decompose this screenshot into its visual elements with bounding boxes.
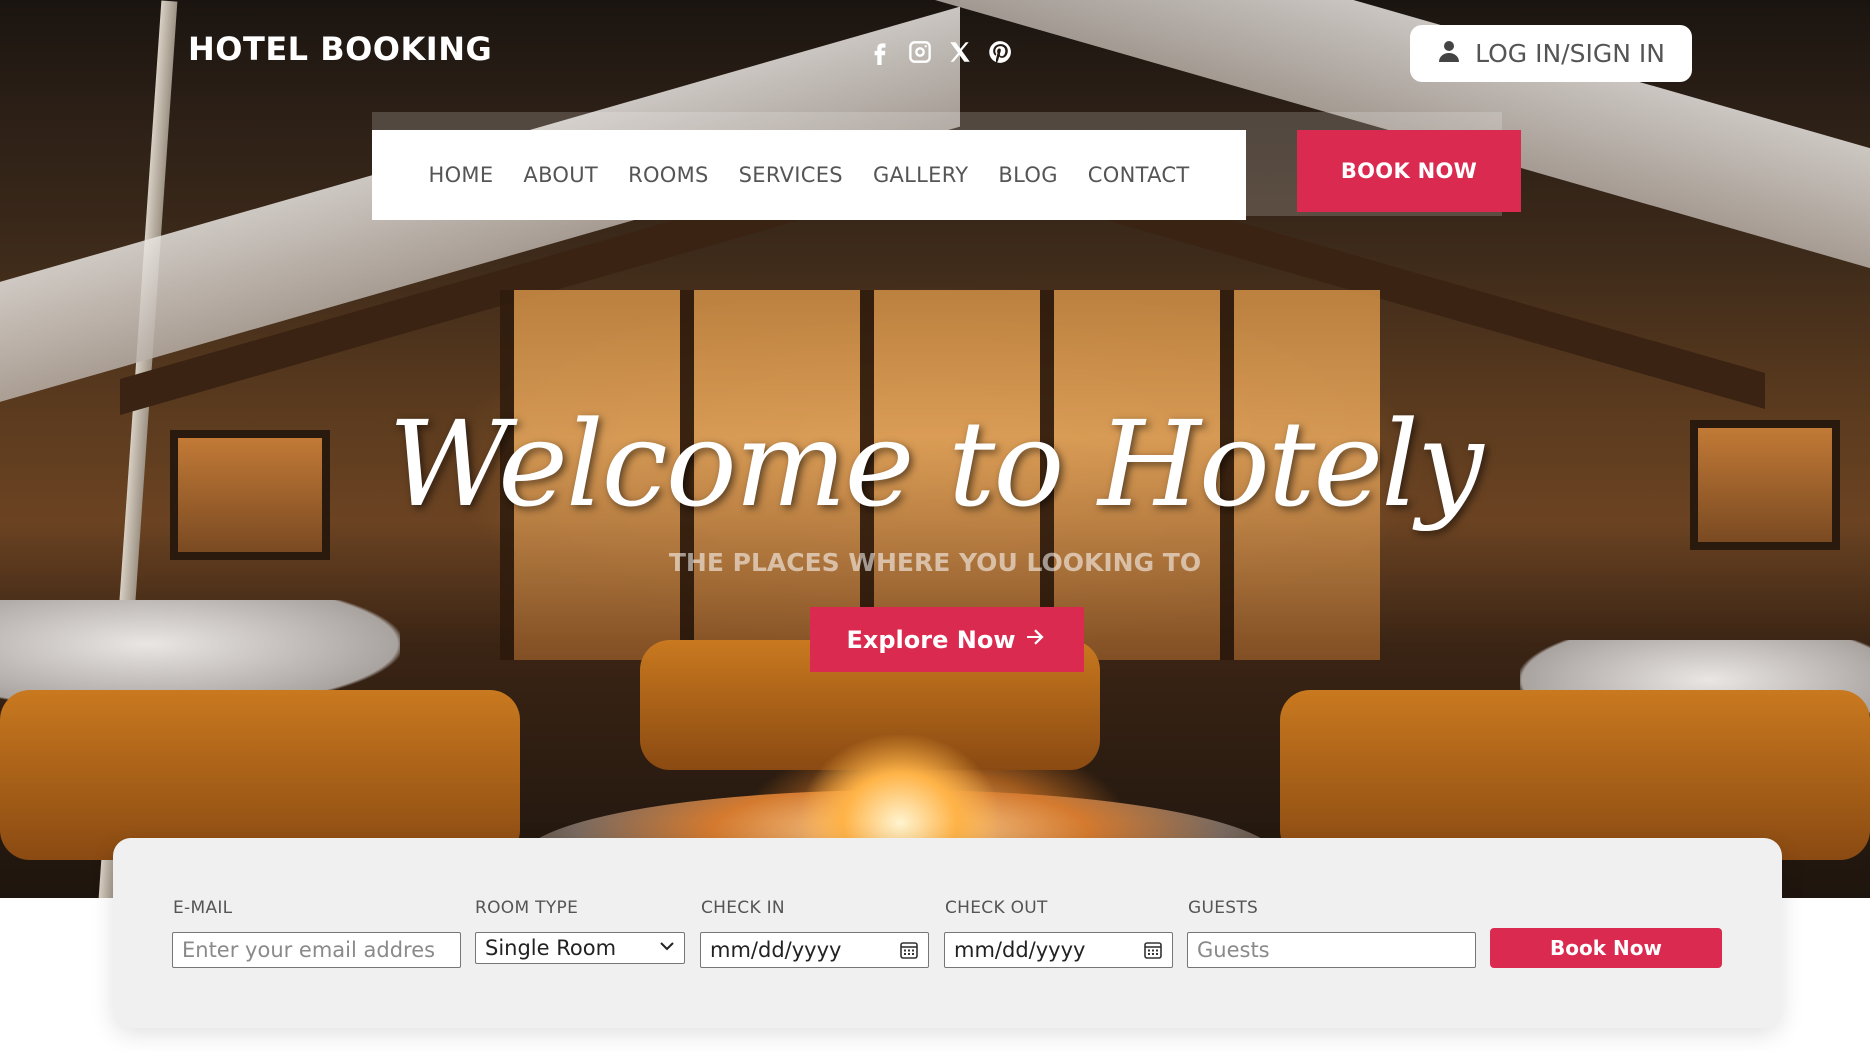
room-type-label: ROOM TYPE <box>475 898 579 918</box>
main-nav: HOME ABOUT ROOMS SERVICES GALLERY BLOG C… <box>372 130 1246 220</box>
nav-item-services[interactable]: SERVICES <box>724 163 858 187</box>
check-in-field[interactable]: mm/dd/yyyy <box>700 932 929 968</box>
explore-label: Explore Now <box>846 625 1016 654</box>
room-type-value: Single Room <box>485 936 617 960</box>
brand-logo[interactable]: HOTEL BOOKING <box>188 30 492 68</box>
explore-now-button[interactable]: Explore Now <box>810 607 1084 672</box>
sofa-left <box>0 690 520 860</box>
check-out-label: CHECK OUT <box>945 898 1048 918</box>
user-icon <box>1437 39 1461 69</box>
pinterest-icon[interactable] <box>986 38 1014 66</box>
book-now-header-button[interactable]: BOOK NOW <box>1297 130 1521 212</box>
arrow-right-icon <box>1023 625 1047 655</box>
login-label: LOG IN/SIGN IN <box>1475 39 1665 68</box>
check-out-placeholder: mm/dd/yyyy <box>954 938 1086 962</box>
hero-title: Welcome to Hotely <box>388 395 1483 533</box>
calendar-icon[interactable] <box>899 940 919 960</box>
nav-item-rooms[interactable]: ROOMS <box>613 163 724 187</box>
booking-form: E-MAIL Enter your email addres ROOM TYPE… <box>113 838 1782 1028</box>
chevron-down-icon <box>659 938 675 958</box>
nav-item-gallery[interactable]: GALLERY <box>858 163 983 187</box>
check-in-label: CHECK IN <box>701 898 785 918</box>
email-label: E-MAIL <box>173 898 233 918</box>
nav-item-contact[interactable]: CONTACT <box>1073 163 1205 187</box>
nav-item-about[interactable]: ABOUT <box>508 163 613 187</box>
room-type-select[interactable]: Single Room <box>475 932 685 964</box>
guests-field[interactable]: Guests <box>1187 932 1476 968</box>
email-field[interactable]: Enter your email addres <box>172 932 461 968</box>
fire-flame <box>800 735 1000 845</box>
sofa-right <box>1280 690 1870 860</box>
calendar-icon[interactable] <box>1143 940 1163 960</box>
social-links <box>866 38 1014 66</box>
instagram-icon[interactable] <box>906 38 934 66</box>
check-out-field[interactable]: mm/dd/yyyy <box>944 932 1173 968</box>
check-in-placeholder: mm/dd/yyyy <box>710 938 842 962</box>
facebook-icon[interactable] <box>866 38 894 66</box>
nav-item-home[interactable]: HOME <box>414 163 509 187</box>
x-icon[interactable] <box>946 38 974 66</box>
nav-item-blog[interactable]: BLOG <box>983 163 1072 187</box>
book-now-submit-button[interactable]: Book Now <box>1490 928 1722 968</box>
login-button[interactable]: LOG IN/SIGN IN <box>1410 25 1692 82</box>
guests-label: GUESTS <box>1188 898 1259 918</box>
hero-subtitle: THE PLACES WHERE YOU LOOKING TO <box>668 548 1202 577</box>
